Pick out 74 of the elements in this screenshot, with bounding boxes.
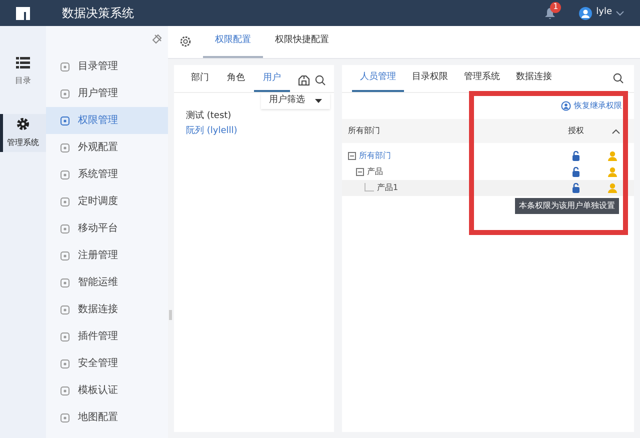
column-header: 授权 <box>568 125 584 137</box>
menu-item-icon <box>60 196 70 206</box>
bell-icon[interactable] <box>545 8 556 18</box>
tab[interactable]: 权限快捷配置 <box>263 34 341 58</box>
unlock-icon[interactable] <box>572 151 580 161</box>
collapse-icon[interactable] <box>612 128 620 134</box>
restore-inheritance-link[interactable]: 恢复继承权限 <box>561 100 622 112</box>
menu-item[interactable]: 智能运维 <box>46 269 168 296</box>
tree-row[interactable]: 所有部门 <box>342 148 634 164</box>
menu-item[interactable]: 移动平台 <box>46 215 168 242</box>
menu-item-icon <box>60 412 70 422</box>
list-icon <box>16 57 30 69</box>
menu-item-icon <box>60 142 70 152</box>
menu-item-icon <box>60 358 70 368</box>
logo-icon <box>16 6 30 20</box>
refresh-user-icon <box>561 101 571 111</box>
menu-item[interactable]: 地图配置 <box>46 404 168 431</box>
tab[interactable]: 角色 <box>218 72 254 92</box>
menu-item[interactable]: 系统管理 <box>46 161 168 188</box>
tab[interactable]: 数据连接 <box>508 70 560 92</box>
tab[interactable]: 权限配置 <box>203 34 263 58</box>
menu-item-icon <box>60 278 70 288</box>
menu-item[interactable]: 权限管理 <box>46 107 168 134</box>
tree-label: 产品 <box>367 166 383 178</box>
unlock-icon[interactable] <box>572 183 580 193</box>
tree-row[interactable]: 产品1 <box>342 180 634 196</box>
search-icon[interactable] <box>315 75 326 86</box>
caret-icon <box>315 99 322 103</box>
tree-row[interactable]: 产品 <box>342 164 634 180</box>
menu-item-icon <box>60 304 70 314</box>
menu-item[interactable]: 外观配置 <box>46 134 168 161</box>
settings-icon[interactable] <box>180 36 191 47</box>
collapse-icon[interactable] <box>356 168 364 176</box>
chevron-down-icon <box>616 10 624 16</box>
menu-item-icon <box>60 332 70 342</box>
pin-icon[interactable] <box>152 34 162 44</box>
unlock-icon[interactable] <box>572 167 580 177</box>
menu-item-icon <box>60 62 70 72</box>
menu-item[interactable]: 注册管理 <box>46 242 168 269</box>
menu-item[interactable]: 模板认证 <box>46 377 168 404</box>
menu-item-icon <box>60 224 70 234</box>
resize-handle[interactable] <box>169 310 172 320</box>
app-title: 数据决策系统 <box>62 5 134 22</box>
settings-icon <box>16 117 30 131</box>
menu-item[interactable]: 定时调度 <box>46 188 168 215</box>
menu-item-icon <box>60 386 70 396</box>
tree-label: 产品1 <box>377 182 398 194</box>
tab[interactable]: 人员管理 <box>352 70 404 92</box>
menu-item-icon <box>60 170 70 180</box>
tab[interactable]: 部门 <box>182 72 218 92</box>
menu-item[interactable]: 目录管理 <box>46 53 168 80</box>
column-header: 所有部门 <box>348 125 380 137</box>
notification-badge: 1 <box>550 2 562 12</box>
menu-item[interactable]: 插件管理 <box>46 323 168 350</box>
tab[interactable]: 管理系统 <box>456 70 508 92</box>
rail-item[interactable]: 管理系统 <box>0 114 46 152</box>
user-item[interactable]: 阮列 (lylelll) <box>186 125 334 140</box>
user-menu[interactable]: lyle <box>579 6 624 20</box>
user-item[interactable]: 测试 (test) <box>186 110 334 125</box>
tab[interactable]: 目录权限 <box>404 70 456 92</box>
rail-item[interactable]: 目录 <box>0 54 46 90</box>
search-icon[interactable] <box>613 73 624 84</box>
tree-label: 所有部门 <box>359 150 391 162</box>
filter-dropdown[interactable]: 用户筛选 <box>261 93 330 109</box>
menu-item-icon <box>60 250 70 260</box>
menu-item[interactable]: 安全管理 <box>46 350 168 377</box>
menu-item[interactable]: 数据连接 <box>46 296 168 323</box>
menu-item-icon <box>60 116 70 126</box>
menu-item-icon <box>60 88 70 98</box>
collapse-icon[interactable] <box>348 152 356 160</box>
menu-item[interactable]: 用户管理 <box>46 80 168 107</box>
tooltip: 本条权限为该用户单独设置 <box>515 198 619 214</box>
avatar-icon <box>579 6 592 20</box>
tree-connector <box>364 183 374 193</box>
